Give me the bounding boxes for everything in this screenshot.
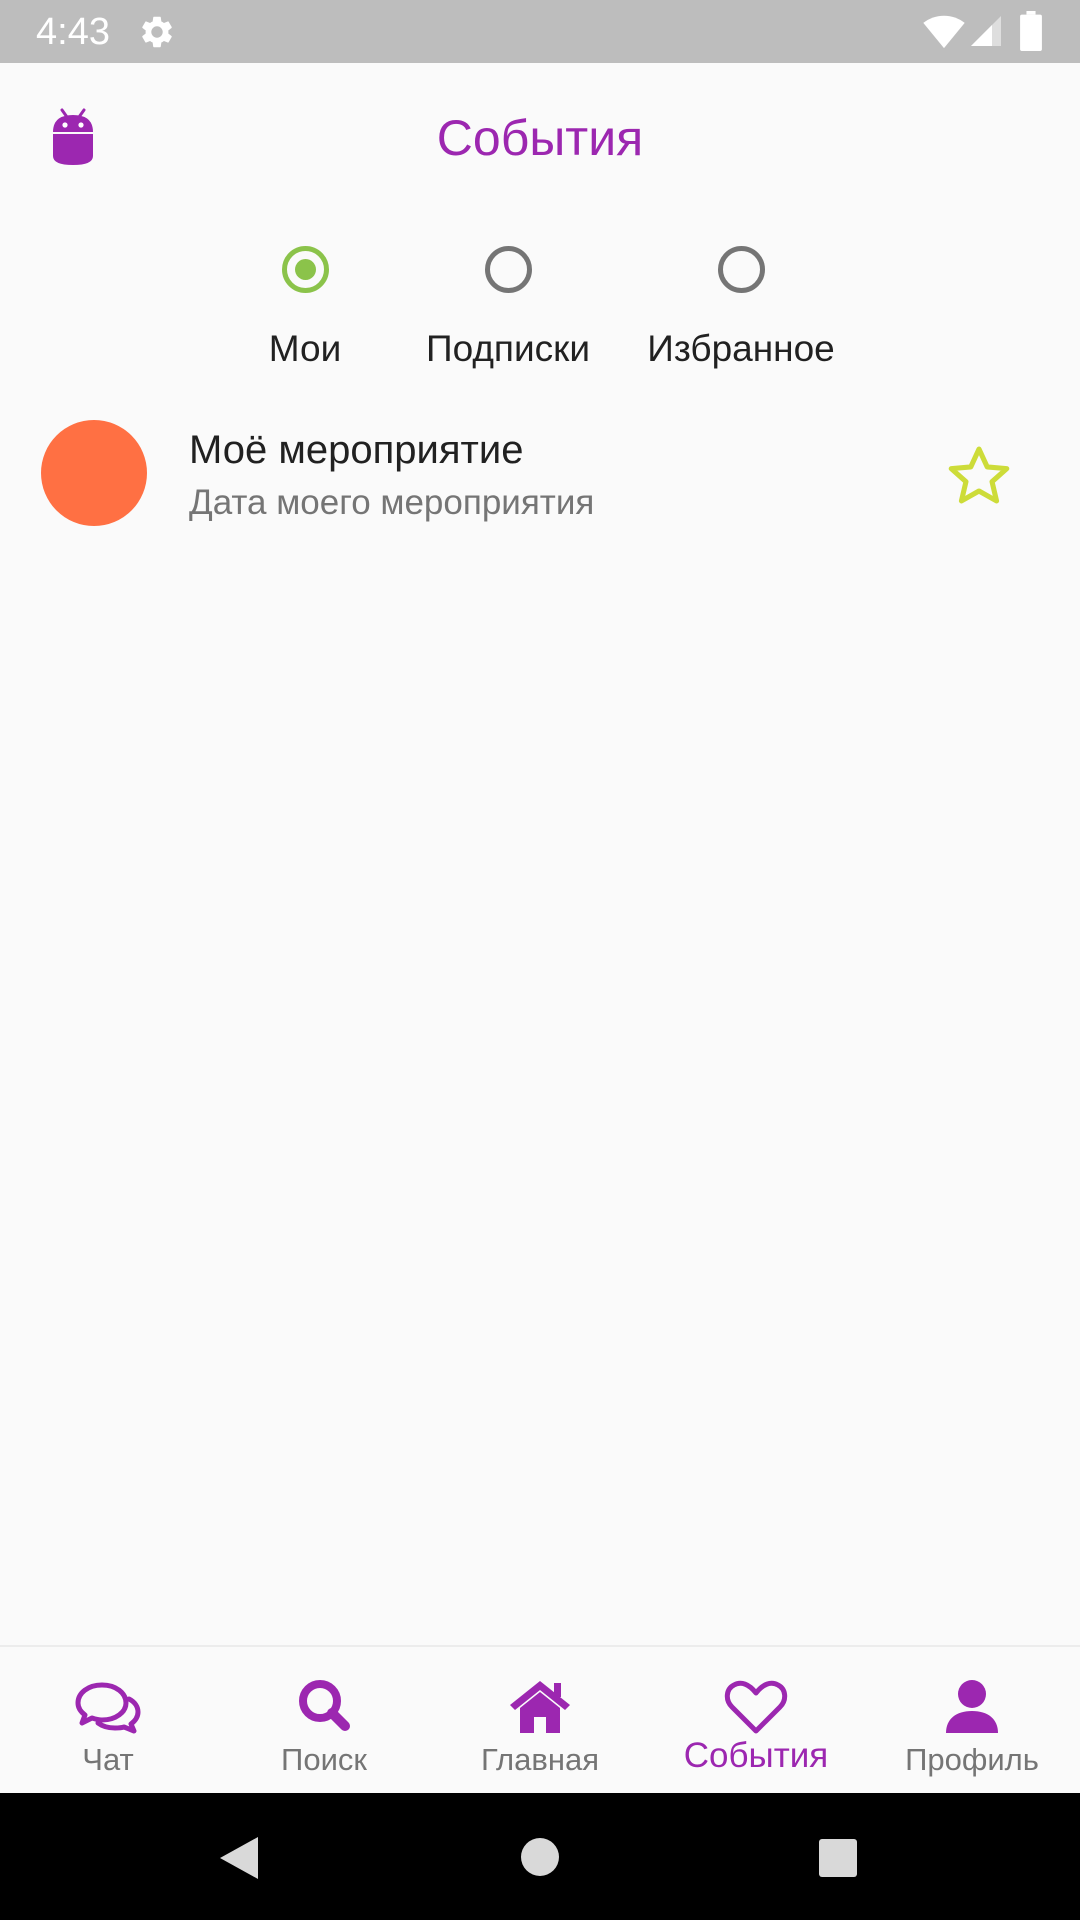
- nav-item-search[interactable]: Поиск: [216, 1647, 432, 1795]
- nav-label: Поиск: [281, 1742, 367, 1777]
- home-circle-icon[interactable]: [520, 1837, 560, 1877]
- heart-icon: [724, 1680, 788, 1734]
- filter-option-favorites[interactable]: Избранное: [641, 246, 841, 371]
- search-icon: [299, 1680, 350, 1731]
- nav-label: Чат: [82, 1742, 134, 1777]
- nav-item-events[interactable]: События: [648, 1647, 864, 1795]
- user-icon: [946, 1680, 998, 1733]
- nav-item-home[interactable]: Главная: [432, 1647, 648, 1795]
- back-icon[interactable]: [218, 1835, 260, 1881]
- filter-option-subscriptions[interactable]: Подписки: [408, 246, 608, 371]
- event-list-item[interactable]: Моё мероприятие Дата моего мероприятия: [0, 410, 1080, 536]
- filter-option-mine[interactable]: Мои: [205, 246, 405, 371]
- wifi-icon: [923, 15, 965, 49]
- filter-label: Подписки: [425, 328, 590, 369]
- page-title: События: [436, 110, 644, 166]
- signal-icon: [971, 16, 1001, 46]
- system-navigation-bar: [0, 1793, 1080, 1920]
- event-title: Моё мероприятие: [189, 428, 524, 472]
- radio-button[interactable]: [484, 246, 532, 293]
- star-outline-icon[interactable]: [944, 442, 1014, 510]
- battery-icon: [1020, 11, 1042, 51]
- radio-button[interactable]: [717, 246, 765, 293]
- nav-label: Профиль: [905, 1742, 1039, 1777]
- bottom-navigation: Чат Поиск Главная События Профиль: [0, 1645, 1080, 1793]
- nav-label: События: [683, 1736, 829, 1775]
- chat-icon: [75, 1682, 141, 1734]
- nav-item-profile[interactable]: Профиль: [864, 1647, 1080, 1795]
- home-icon: [510, 1681, 570, 1733]
- nav-item-chat[interactable]: Чат: [0, 1647, 216, 1795]
- settings-icon: [142, 16, 172, 48]
- filter-label: Избранное: [647, 328, 835, 369]
- status-bar: 4:43: [0, 0, 1080, 63]
- recent-apps-icon[interactable]: [818, 1838, 858, 1878]
- filter-label: Мои: [268, 328, 342, 369]
- event-date: Дата моего мероприятия: [189, 483, 595, 522]
- status-time: 4:43: [36, 11, 110, 53]
- event-avatar: [41, 420, 147, 526]
- radio-button-checked[interactable]: [281, 246, 329, 293]
- nav-label: Главная: [481, 1742, 599, 1777]
